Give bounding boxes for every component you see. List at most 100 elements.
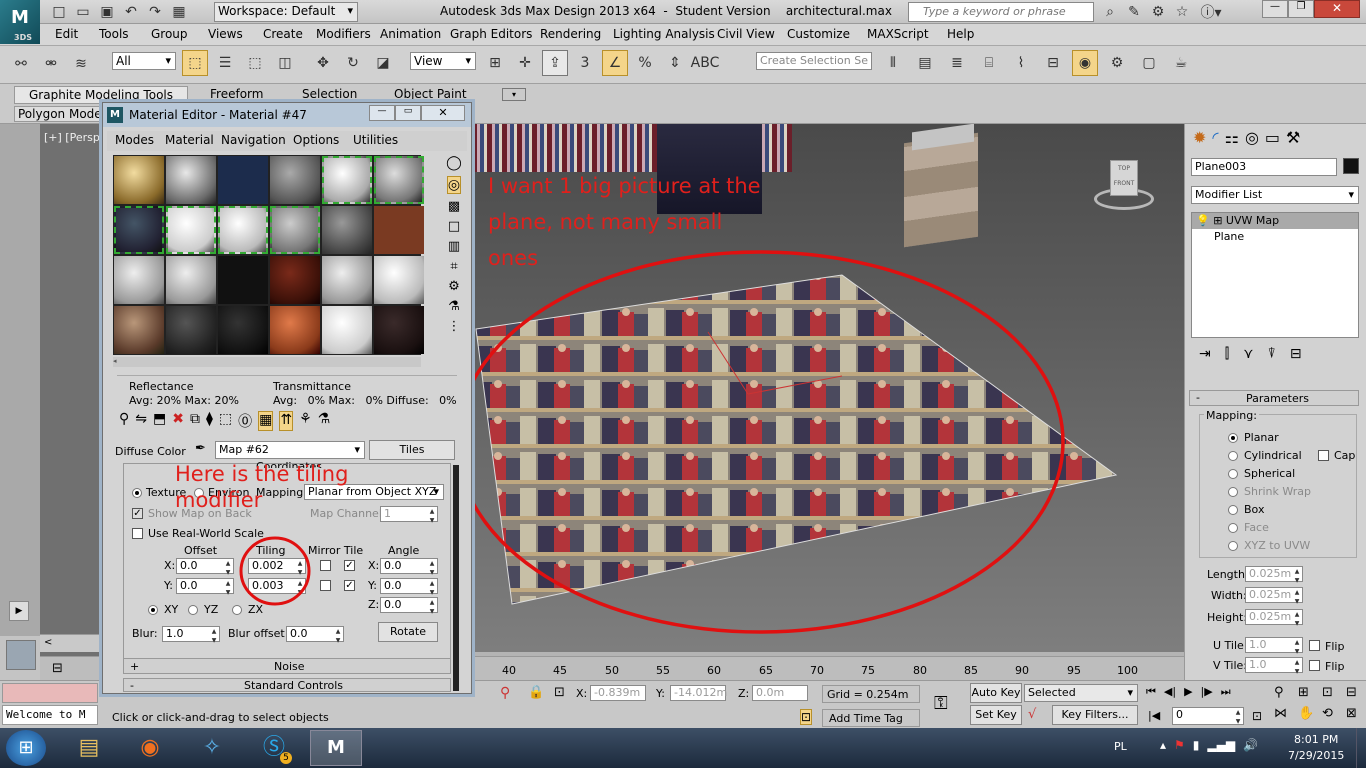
reset-map-icon[interactable]: ✖ xyxy=(172,411,184,431)
sample-slot[interactable] xyxy=(218,306,268,354)
show-end-result-stack-icon[interactable]: ⫿ xyxy=(1225,346,1229,362)
scale-icon[interactable]: ◪ xyxy=(370,50,396,76)
clock-time[interactable]: 8:01 PM xyxy=(1294,733,1338,746)
menu-rendering[interactable]: Rendering xyxy=(540,27,601,41)
object-name-input[interactable]: Plane003 xyxy=(1191,158,1337,176)
sample-slot[interactable] xyxy=(218,256,268,304)
menu-views[interactable]: Views xyxy=(208,27,243,41)
ribbon-sub-polygon-model[interactable]: Polygon Model xyxy=(14,106,106,122)
open-icon[interactable]: ▭ xyxy=(72,2,94,22)
graphite-toggle-icon[interactable]: ⌸ xyxy=(976,50,1002,76)
language-indicator[interactable]: PL xyxy=(1114,740,1127,753)
sample-uv-tiling-icon[interactable]: □ xyxy=(448,219,460,234)
align-icon[interactable]: ▤ xyxy=(912,50,938,76)
spinner-snap-icon[interactable]: ⇕ xyxy=(662,50,688,76)
menu-help[interactable]: Help xyxy=(947,27,974,41)
menu-lighting-analysis[interactable]: Lighting Analysis xyxy=(613,27,715,41)
edit-named-sel-icon[interactable]: ABC xyxy=(691,50,720,76)
sample-slot[interactable] xyxy=(114,156,164,204)
render-setup-icon[interactable]: ⚙ xyxy=(1104,50,1130,76)
mated-menu-utilities[interactable]: Utilities xyxy=(353,133,398,147)
spinner-arrows[interactable]: ▲ ▼ xyxy=(427,507,437,524)
make-unique-stack-icon[interactable]: ⋎ xyxy=(1243,346,1253,362)
sample-slot[interactable] xyxy=(114,256,164,304)
angle-u-spinner[interactable]: 0.0 ▲ ▼ xyxy=(380,558,438,576)
search-input[interactable]: Type a keyword or phrase xyxy=(908,2,1094,22)
tray-volume-icon[interactable]: 🔊 xyxy=(1243,738,1258,752)
angle-w-spinner[interactable]: 0.0 ▲ ▼ xyxy=(380,597,438,615)
sample-slot[interactable] xyxy=(218,156,268,204)
tray-network-icon[interactable]: ▂▄▆ xyxy=(1207,738,1235,752)
redo-icon[interactable]: ↷ xyxy=(144,2,166,22)
sample-slot[interactable] xyxy=(166,156,216,204)
pivot-center-icon[interactable]: ⊞ xyxy=(482,50,508,76)
select-by-material-icon[interactable]: ⚗ xyxy=(448,299,460,314)
maxscript-mini-listener-top[interactable] xyxy=(2,683,98,703)
spinner-arrows[interactable]: ▲ ▼ xyxy=(223,559,233,576)
select-link-icon[interactable]: ⚯ xyxy=(8,51,34,77)
previous-frame-icon[interactable]: ◀| xyxy=(1164,685,1176,699)
rotate-icon[interactable]: ↻ xyxy=(340,50,366,76)
sample-slot[interactable] xyxy=(270,306,320,354)
default-tangent-icon[interactable]: √ xyxy=(1028,707,1036,722)
restore-button[interactable]: ❐ xyxy=(1288,0,1314,18)
options-icon[interactable]: ⚙ xyxy=(448,279,460,294)
workspace-select[interactable]: Workspace: Default xyxy=(214,2,358,22)
noise-rollout[interactable]: + Noise xyxy=(123,658,451,674)
named-selection-input[interactable]: Create Selection Se xyxy=(756,52,872,70)
y-coord-input[interactable]: -14.012m xyxy=(670,685,727,701)
bind-spacewarp-icon[interactable]: ≋ xyxy=(68,51,94,77)
zoom-all-icon[interactable]: ⊞ xyxy=(1298,685,1318,700)
window-crossing-icon[interactable]: ◫ xyxy=(272,50,298,76)
sample-slot[interactable] xyxy=(166,306,216,354)
blur-spinner[interactable]: 1.0 ▲ ▼ xyxy=(162,626,220,644)
mated-scrollbar[interactable] xyxy=(453,465,459,691)
sample-type-icon[interactable]: ◯ xyxy=(446,155,462,171)
mini-listener-button[interactable] xyxy=(6,640,36,670)
help-icon[interactable]: ⓘ▾ xyxy=(1196,2,1226,22)
mated-menu-options[interactable]: Options xyxy=(293,133,339,147)
menu-animation[interactable]: Animation xyxy=(380,27,441,41)
utilities-tab-icon[interactable]: ⚒ xyxy=(1286,128,1300,147)
sample-slot[interactable] xyxy=(322,306,372,354)
undo-icon[interactable]: ↶ xyxy=(120,2,142,22)
display-tab-icon[interactable]: ▭ xyxy=(1265,128,1280,147)
modify-tab-icon[interactable]: ◜ xyxy=(1212,128,1218,147)
assign-to-selection-icon[interactable]: ⬒ xyxy=(153,411,166,431)
material-editor-window[interactable]: M Material Editor - Material #47 — ▭ ✕ M… xyxy=(102,102,472,694)
fov-icon[interactable]: ⋈ xyxy=(1274,706,1294,721)
taskbar-app3[interactable]: ✧ xyxy=(186,730,238,766)
v-tile-spinner[interactable]: 1.0 ▲ ▼ xyxy=(1245,657,1303,675)
subscription-icon[interactable]: ✎ xyxy=(1124,2,1144,22)
menu-maxscript[interactable]: MAXScript xyxy=(867,27,929,41)
put-to-library-icon[interactable]: ⬚ xyxy=(219,411,232,431)
eyedropper-icon[interactable]: ✒ xyxy=(195,441,206,456)
spinner-arrows[interactable]: ▲ ▼ xyxy=(1292,658,1302,675)
clock-date[interactable]: 7/29/2015 xyxy=(1288,749,1344,762)
modifier-list-select[interactable]: Modifier List xyxy=(1191,186,1359,204)
new-icon[interactable]: □ xyxy=(48,2,70,22)
sample-slot[interactable] xyxy=(374,156,424,204)
sample-slot[interactable] xyxy=(374,306,424,354)
angle-v-spinner[interactable]: 0.0 ▲ ▼ xyxy=(380,578,438,596)
time-slider-prev[interactable]: < xyxy=(44,637,52,648)
taskbar-explorer[interactable]: ▤ xyxy=(66,730,112,766)
reference-coord-system[interactable]: View xyxy=(410,52,476,70)
offset-x-spinner[interactable]: 0.0 ▲ ▼ xyxy=(176,558,234,576)
material-map-navigator-icon[interactable]: ⋮ xyxy=(448,319,461,334)
sample-slot[interactable] xyxy=(322,256,372,304)
u-tile-spinner[interactable]: 1.0 ▲ ▼ xyxy=(1245,637,1303,655)
mated-maximize-button[interactable]: ▭ xyxy=(395,105,421,121)
save-icon[interactable]: ▣ xyxy=(96,2,118,22)
real-world-scale-checkbox[interactable] xyxy=(132,528,143,539)
remove-modifier-icon[interactable]: ⍒ xyxy=(1267,346,1275,362)
stack-item-uvw-map[interactable]: 💡 ⊞ UVW Map xyxy=(1192,213,1358,229)
viewport-perspective[interactable]: TOP FRONT I want 1 big picture at the pl… xyxy=(472,124,1184,652)
sample-slot[interactable] xyxy=(374,256,424,304)
shrink-wrap-radio[interactable] xyxy=(1228,487,1238,497)
keyboard-shortcut-icon[interactable]: ⇪ xyxy=(542,50,568,76)
length-spinner[interactable]: 0.025m ▲ ▼ xyxy=(1245,566,1303,584)
scene-explorer-toggle[interactable]: ▶ xyxy=(9,601,29,621)
go-to-start-icon[interactable]: ⏮ xyxy=(1146,685,1156,699)
tray-battery-icon[interactable]: ▮ xyxy=(1193,738,1200,752)
